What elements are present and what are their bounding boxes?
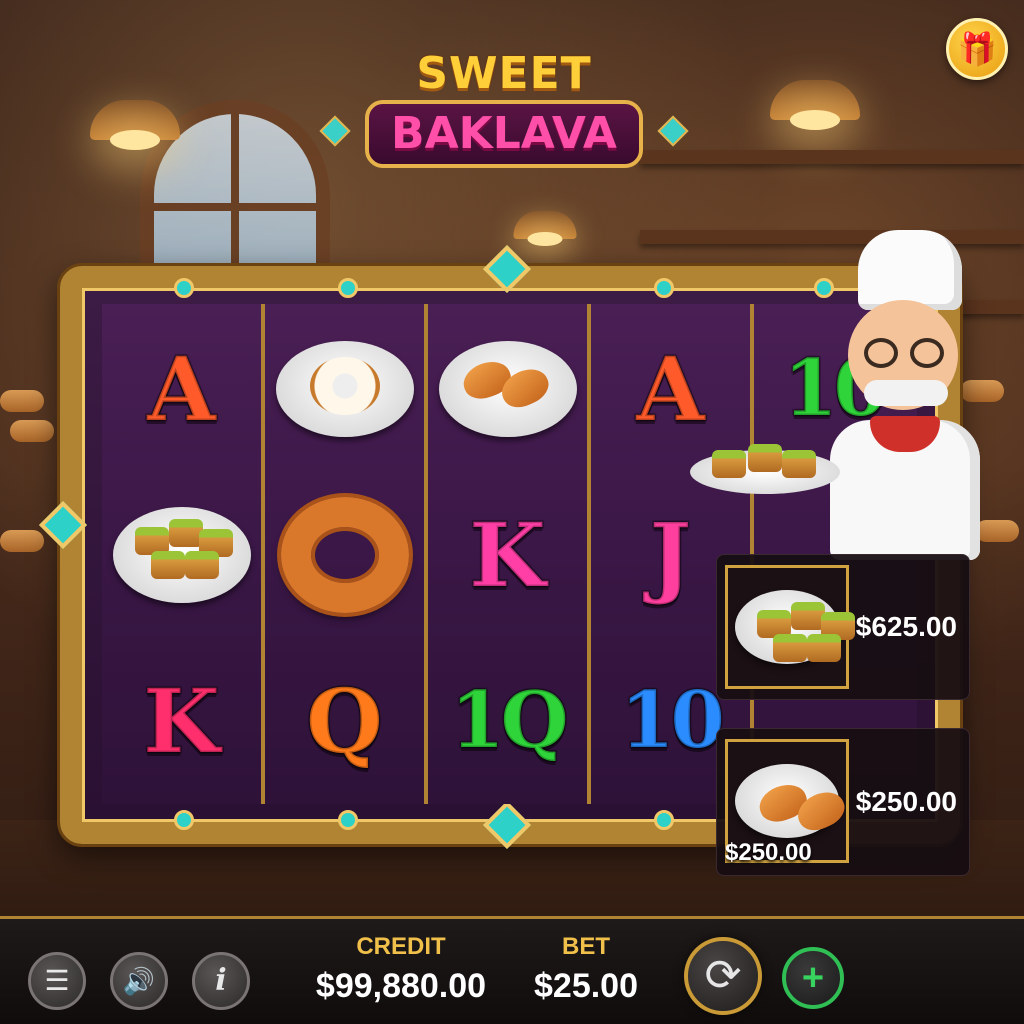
- game-scene: SWEET BAKLAVA 🎁 A K Q K 1Q A J 10 10 $625.00 $: [0, 0, 1024, 1024]
- baklava-tray: [690, 444, 840, 494]
- frame-gem-icon: [338, 810, 358, 830]
- reel-cell: [428, 306, 587, 472]
- frame-gem-icon: [174, 810, 194, 830]
- chef-mascot: [690, 230, 990, 560]
- bread-decoration: [0, 530, 44, 552]
- bet-value: $25.00: [534, 967, 638, 1005]
- reel-cell: Q: [265, 638, 424, 804]
- symbol-k: K: [142, 669, 222, 773]
- win-amount: $625.00: [855, 611, 957, 642]
- baklava-symbol: [735, 590, 855, 664]
- gift-button[interactable]: 🎁: [946, 18, 1008, 80]
- credit-value: $99,880.00: [315, 967, 487, 1005]
- reel-cell: [265, 306, 424, 472]
- plus-icon: +: [801, 957, 825, 999]
- bread-decoration: [0, 390, 44, 412]
- win-card-baklava[interactable]: $625.00: [716, 554, 970, 700]
- logo-title-top: SWEET: [416, 48, 592, 99]
- reel-2: Q: [265, 304, 428, 804]
- sound-button[interactable]: 🔊: [110, 952, 168, 1010]
- madeleines-symbol: [438, 341, 577, 437]
- frame-gem-icon: [174, 278, 194, 298]
- win-thumb-amount: $250.00: [725, 839, 812, 866]
- frame-gem-icon: [654, 810, 674, 830]
- churro-ring-symbol: [280, 497, 409, 613]
- reel-cell: 1Q: [428, 638, 587, 804]
- symbol-k: K: [468, 503, 548, 607]
- symbol-j: J: [648, 503, 693, 607]
- symbol-q: Q: [305, 669, 385, 773]
- reel-cell: [102, 472, 261, 638]
- reel-cell: [265, 472, 424, 638]
- increase-bet-button[interactable]: +: [782, 947, 844, 1009]
- refresh-icon: ⟳: [704, 951, 742, 1000]
- reel-cell: A: [102, 306, 261, 472]
- symbol-a: A: [635, 337, 706, 441]
- reel-cell: K: [102, 638, 261, 804]
- control-bar: ☰ 🔊 i CREDIT $99,880.00 BET $25.00 ⟳ +: [0, 916, 1024, 1024]
- info-icon: i: [215, 963, 227, 998]
- logo-title-bottom: BAKLAVA: [365, 100, 643, 168]
- baklava-symbol: [112, 507, 251, 603]
- symbol-10: 10: [619, 675, 727, 766]
- win-amount: $250.00: [855, 786, 957, 817]
- reel-1: AK: [102, 304, 265, 804]
- win-card-madeleines[interactable]: $250.00 $250.00: [716, 728, 970, 876]
- shelf: [640, 150, 1024, 164]
- reel-cell: A: [591, 306, 750, 472]
- chef-glasses: [860, 338, 950, 368]
- donut-symbol: [275, 341, 414, 437]
- bread-decoration: [10, 420, 54, 442]
- gift-icon: 🎁: [957, 31, 997, 67]
- frame-gem-icon: [654, 278, 674, 298]
- menu-button[interactable]: ☰: [28, 952, 86, 1010]
- symbol-1q: 1Q: [449, 675, 570, 766]
- madeleines-symbol: [735, 764, 850, 838]
- speaker-icon: 🔊: [122, 966, 156, 996]
- game-logo: SWEET BAKLAVA: [319, 48, 689, 170]
- win-thumb: [725, 565, 855, 689]
- chef-mustache: [864, 380, 948, 406]
- symbol-a: A: [146, 337, 217, 441]
- chef-hat: [858, 230, 962, 310]
- info-button[interactable]: i: [192, 952, 250, 1010]
- frame-gem-icon: [338, 278, 358, 298]
- credit-label: CREDIT: [356, 933, 446, 960]
- reel-cell: K: [428, 472, 587, 638]
- reel-3: K 1Q: [428, 304, 591, 804]
- spin-button[interactable]: ⟳: [684, 937, 762, 1015]
- bet-label: BET: [562, 933, 610, 960]
- menu-icon: ☰: [44, 965, 70, 996]
